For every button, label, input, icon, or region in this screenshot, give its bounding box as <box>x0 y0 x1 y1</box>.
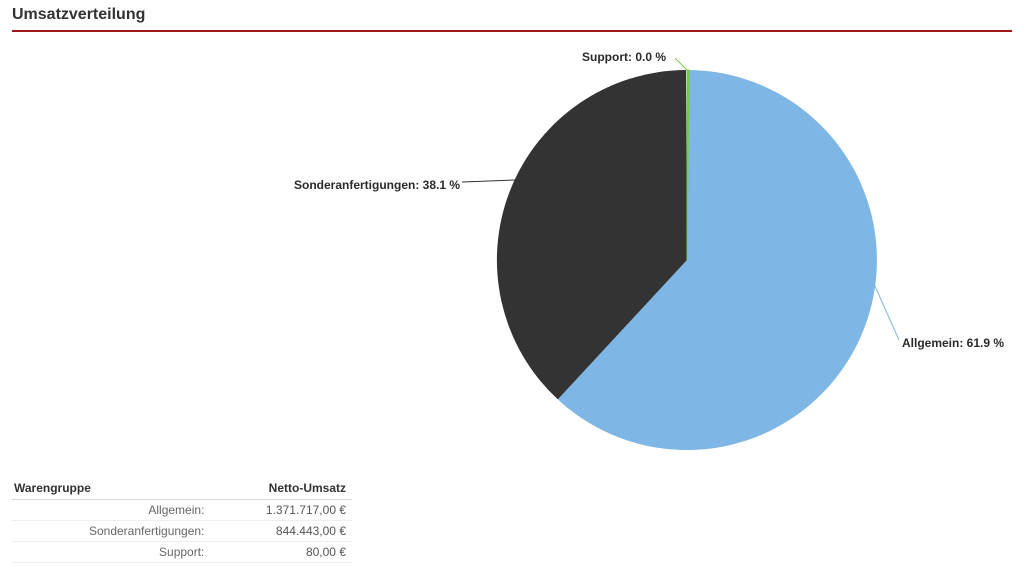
table-row: Sonderanfertigungen: 844.443,00 € <box>12 521 352 542</box>
col-header-umsatz: Netto-Umsatz <box>210 477 352 500</box>
row-label: Allgemein: <box>12 500 210 521</box>
table-header-row: Warengruppe Netto-Umsatz <box>12 477 352 500</box>
data-table: Warengruppe Netto-Umsatz Allgemein: 1.37… <box>12 477 352 563</box>
slice-label-support: Support: 0.0 % <box>582 50 666 64</box>
row-label: Sonderanfertigungen: <box>12 521 210 542</box>
row-value: 844.443,00 € <box>210 521 352 542</box>
slice-label-sonder: Sonderanfertigungen: 38.1 % <box>294 178 460 192</box>
slice-label-allgemein: Allgemein: 61.9 % <box>902 336 1004 350</box>
table-row: Allgemein: 1.371.717,00 € <box>12 500 352 521</box>
row-label: Support: <box>12 542 210 563</box>
row-value: 1.371.717,00 € <box>210 500 352 521</box>
leader-support <box>675 58 687 70</box>
col-header-warengruppe: Warengruppe <box>12 477 210 500</box>
page-title: Umsatzverteilung <box>12 0 1012 30</box>
row-value: 80,00 € <box>210 542 352 563</box>
pie-chart: Support: 0.0 % Allgemein: 61.9 % Sondera… <box>12 40 1012 460</box>
title-rule <box>12 30 1012 32</box>
table-row: Support: 80,00 € <box>12 542 352 563</box>
leader-allgemein <box>875 286 899 340</box>
leader-sonder <box>462 180 515 182</box>
pie-svg <box>12 40 1012 460</box>
